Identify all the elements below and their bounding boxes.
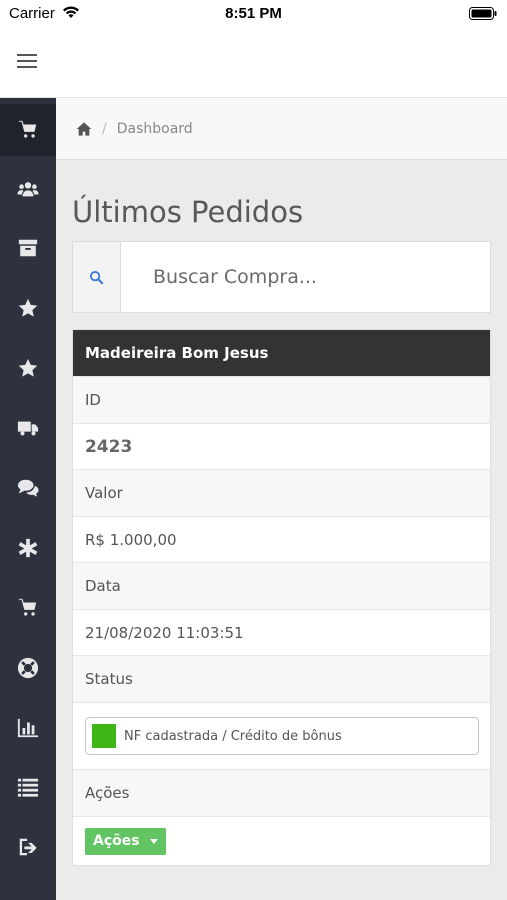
top-bar bbox=[0, 30, 507, 98]
actions-row: Ações bbox=[73, 816, 490, 865]
sidebar-item-ratings[interactable] bbox=[0, 342, 56, 394]
sidebar-item-orders[interactable] bbox=[0, 582, 56, 634]
users-icon bbox=[17, 182, 39, 197]
sidebar-item-favorites[interactable] bbox=[0, 282, 56, 334]
menu-icon[interactable] bbox=[17, 54, 39, 70]
cart-icon bbox=[18, 598, 37, 616]
search-icon bbox=[89, 270, 104, 284]
order-company: Madeireira Bom Jesus bbox=[73, 330, 490, 376]
status-row: NF cadastrada / Crédito de bônus bbox=[73, 702, 490, 769]
breadcrumb-separator: / bbox=[102, 120, 107, 137]
sidebar-item-logout[interactable] bbox=[0, 821, 56, 873]
sidebar bbox=[0, 98, 56, 900]
sidebar-item-messages[interactable] bbox=[0, 462, 56, 514]
acoes-label: Ações bbox=[73, 769, 490, 816]
status-bar: Carrier 8:51 PM bbox=[0, 0, 507, 30]
battery-icon bbox=[469, 7, 497, 20]
status-label: Status bbox=[73, 655, 490, 702]
valor-value: R$ 1.000,00 bbox=[73, 516, 490, 562]
status-badge: NF cadastrada / Crédito de bônus bbox=[85, 717, 479, 755]
search-input[interactable] bbox=[121, 242, 490, 312]
sidebar-item-archive[interactable] bbox=[0, 222, 56, 274]
sidebar-item-settings[interactable] bbox=[0, 522, 56, 574]
sidebar-item-cart[interactable] bbox=[0, 104, 56, 156]
actions-button-label: Ações bbox=[93, 833, 140, 849]
id-value: 2423 bbox=[73, 423, 490, 469]
list-icon bbox=[17, 778, 39, 797]
clock: 8:51 PM bbox=[225, 5, 282, 22]
sidebar-item-users[interactable] bbox=[0, 163, 56, 215]
cart-icon bbox=[18, 120, 37, 138]
page-title: Últimos Pedidos bbox=[72, 195, 304, 229]
truck-icon bbox=[17, 421, 39, 436]
main-content: / Dashboard Últimos Pedidos Madeireira B… bbox=[56, 98, 507, 900]
data-value: 21/08/2020 11:03:51 bbox=[73, 609, 490, 655]
bar-chart-icon bbox=[17, 718, 39, 738]
search-button[interactable] bbox=[73, 242, 121, 312]
star-icon bbox=[18, 298, 38, 317]
comments-icon bbox=[17, 479, 39, 497]
life-ring-icon bbox=[17, 657, 39, 679]
home-icon[interactable] bbox=[76, 121, 92, 137]
sidebar-item-list[interactable] bbox=[0, 761, 56, 813]
sidebar-item-delivery[interactable] bbox=[0, 402, 56, 454]
breadcrumb-current: Dashboard bbox=[116, 120, 193, 137]
data-label: Data bbox=[73, 562, 490, 609]
valor-label: Valor bbox=[73, 469, 490, 516]
sign-out-icon bbox=[19, 838, 37, 856]
asterisk-icon bbox=[18, 538, 38, 558]
status-color-swatch bbox=[92, 724, 116, 748]
archive-icon bbox=[18, 239, 38, 257]
order-card: Madeireira Bom Jesus ID 2423 Valor R$ 1.… bbox=[72, 329, 491, 866]
id-label: ID bbox=[73, 376, 490, 423]
sidebar-item-reports[interactable] bbox=[0, 702, 56, 754]
breadcrumb: / Dashboard bbox=[56, 98, 507, 160]
search-bar bbox=[72, 241, 491, 313]
star-icon bbox=[18, 358, 38, 377]
caret-down-icon bbox=[149, 838, 158, 844]
status-value: NF cadastrada / Crédito de bônus bbox=[124, 728, 342, 744]
sidebar-item-support[interactable] bbox=[0, 642, 56, 694]
actions-dropdown-button[interactable]: Ações bbox=[85, 827, 166, 855]
